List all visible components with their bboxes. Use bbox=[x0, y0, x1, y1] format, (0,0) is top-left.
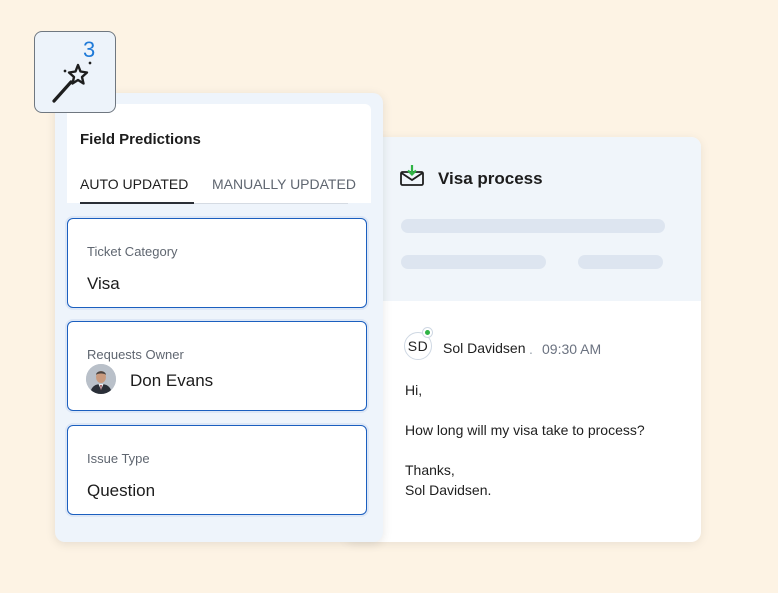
magic-wand-button[interactable]: 3 bbox=[34, 31, 116, 113]
person-photo-icon bbox=[86, 364, 116, 394]
tab-auto-updated[interactable]: AUTO UPDATED bbox=[80, 176, 188, 192]
skeleton-line bbox=[578, 255, 663, 269]
mail-signoff: Thanks, bbox=[405, 462, 455, 478]
sender-time: 09:30 AM bbox=[542, 341, 602, 357]
online-status-icon bbox=[422, 327, 433, 338]
sender-separator: . bbox=[529, 341, 533, 357]
field-value: Question bbox=[87, 481, 156, 500]
stage: Visa process SD Sol Davidsen . 09:30 AM … bbox=[0, 0, 778, 593]
field-label: Requests Owner bbox=[87, 347, 184, 362]
ticket-header: Visa process bbox=[345, 137, 701, 301]
mail-incoming-icon bbox=[400, 165, 424, 186]
active-tab-indicator bbox=[80, 202, 194, 204]
magic-wand-icon bbox=[52, 61, 92, 103]
ticket-panel: Visa process SD Sol Davidsen . 09:30 AM … bbox=[345, 137, 701, 542]
field-predictions-header: Field Predictions AUTO UPDATED MANUALLY … bbox=[67, 104, 371, 204]
field-predictions-panel: Field Predictions AUTO UPDATED MANUALLY … bbox=[55, 93, 383, 542]
mail-greeting: Hi, bbox=[405, 382, 423, 398]
tab-divider bbox=[194, 203, 348, 204]
mail-signature: Sol Davidsen. bbox=[405, 482, 492, 498]
field-label: Ticket Category bbox=[87, 244, 178, 259]
field-value: Don Evans bbox=[130, 371, 214, 390]
field-card-ticket-category[interactable]: Ticket Category Visa bbox=[67, 218, 367, 308]
mail-body: Hi, How long will my visa take to proces… bbox=[405, 380, 645, 500]
owner-avatar bbox=[86, 364, 116, 394]
skeleton-line bbox=[401, 255, 546, 269]
field-card-requests-owner[interactable]: Requests Owner Don Evans bbox=[67, 321, 367, 411]
ticket-subject: Visa process bbox=[438, 169, 543, 188]
skeleton-line bbox=[401, 219, 665, 233]
field-value: Visa bbox=[87, 274, 120, 293]
tab-manually-updated[interactable]: MANUALLY UPDATED bbox=[212, 176, 356, 192]
sender-name: Sol Davidsen bbox=[443, 340, 526, 356]
mail-question: How long will my visa take to process? bbox=[405, 422, 645, 438]
field-label: Issue Type bbox=[87, 451, 150, 466]
panel-title: Field Predictions bbox=[80, 131, 201, 148]
field-card-issue-type[interactable]: Issue Type Question bbox=[67, 425, 367, 515]
